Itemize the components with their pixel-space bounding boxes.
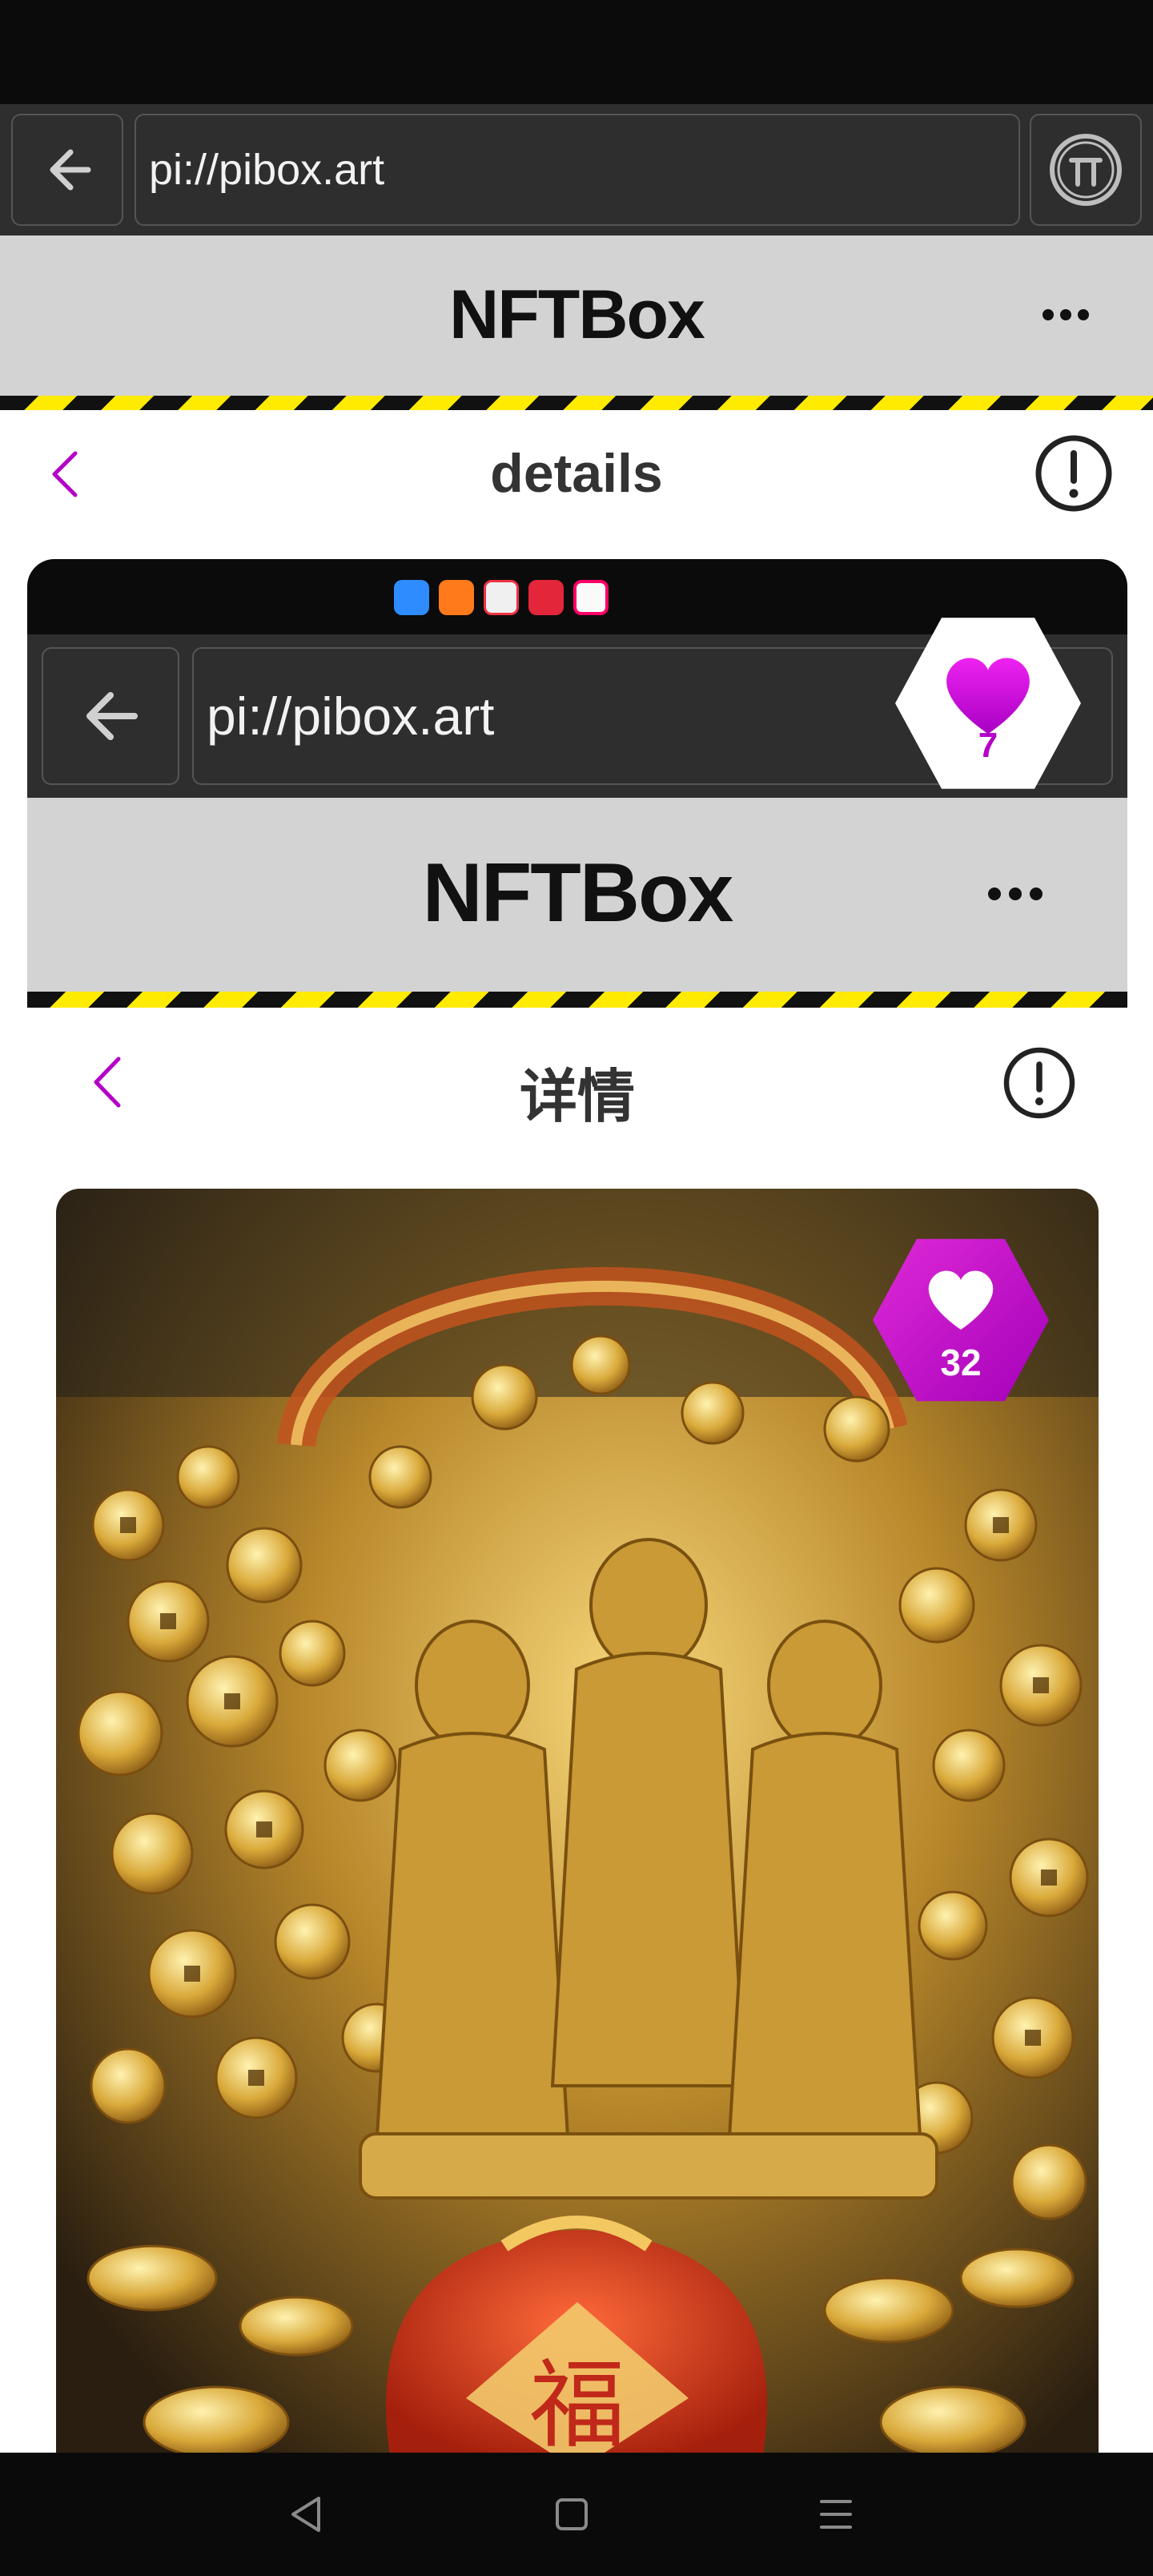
status-bar xyxy=(0,0,1153,104)
system-navigation-bar xyxy=(0,2453,1153,2576)
page-title: details xyxy=(490,443,663,504)
heart-icon xyxy=(928,1270,994,1330)
browser-url-text: pi://pibox.art xyxy=(149,146,385,194)
exclamation-circle-icon[interactable] xyxy=(1030,429,1118,517)
hazard-stripe xyxy=(0,396,1153,410)
embedded-app-title: NFTBox xyxy=(422,847,734,940)
svg-text:福: 福 xyxy=(529,2350,625,2453)
embedded-page-header: 详情 xyxy=(27,1008,1127,1152)
embedded-page-title: 详情 xyxy=(519,1065,635,1129)
square-home-icon[interactable] xyxy=(548,2490,596,2538)
browser-back-button[interactable] xyxy=(11,114,123,226)
app-header: NFTBox xyxy=(0,235,1153,396)
arrow-left-icon xyxy=(50,149,91,191)
huawei-app-icon xyxy=(528,580,564,615)
pi-browser-button[interactable] xyxy=(1030,114,1142,226)
browser-url-field[interactable]: pi://pibox.art xyxy=(135,114,1020,226)
pi-coin-icon xyxy=(1050,134,1122,206)
cloud-app-icon xyxy=(394,580,429,615)
more-horizontal-icon[interactable] xyxy=(1043,309,1089,320)
embedded-url-text: pi://pibox.art xyxy=(207,686,495,746)
app-title: NFTBox xyxy=(449,276,705,353)
more-horizontal-icon xyxy=(988,888,1043,900)
browser-toolbar: pi://pibox.art xyxy=(0,104,1153,235)
page-header: details xyxy=(0,410,1153,538)
exclamation-circle-icon xyxy=(1003,1047,1075,1119)
browser-app-icon xyxy=(573,580,609,615)
menu-lines-icon[interactable] xyxy=(812,2490,860,2538)
embedded-hazard-stripe xyxy=(27,992,1127,1008)
embedded-screenshot: pi://pibox.art NFTBox 详情 福 32 xyxy=(27,559,1127,2453)
triangle-back-icon[interactable] xyxy=(282,2490,330,2538)
embedded-app-header: NFTBox xyxy=(27,798,1127,992)
books-app-icon xyxy=(484,580,519,615)
embedded-back-button xyxy=(42,647,179,785)
nft-artwork-image: 福 32 xyxy=(56,1189,1099,2453)
arrow-left-icon xyxy=(86,692,138,740)
video-app-icon xyxy=(439,580,474,615)
